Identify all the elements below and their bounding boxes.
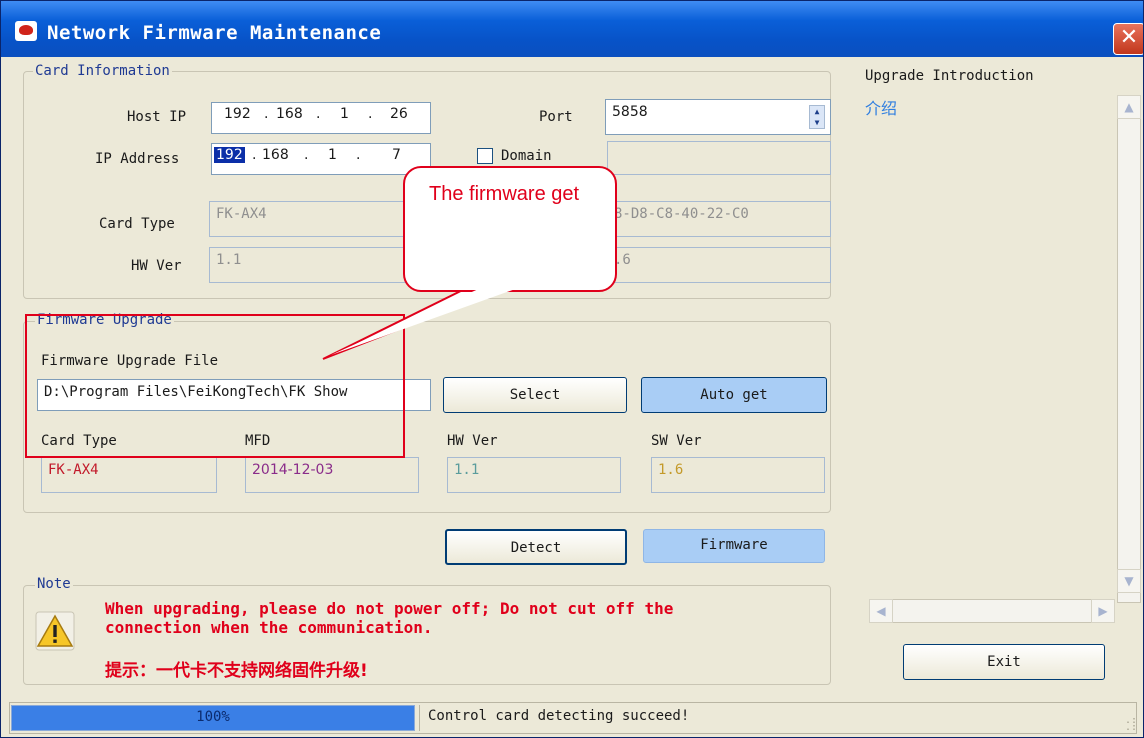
- port-spinbox[interactable]: 5858: [605, 99, 831, 135]
- host-ip-octet-2: 168: [276, 106, 303, 122]
- close-icon[interactable]: ✕: [1113, 23, 1143, 55]
- host-ip-field[interactable]: 192 . 168 . 1 . 26: [211, 102, 431, 134]
- progress-text: 100%: [196, 709, 230, 725]
- fw-hw-ver-field: 1.1: [447, 457, 621, 493]
- ip-address-octet-1: 192: [214, 147, 245, 163]
- ip-address-octet-4: 7: [392, 147, 401, 163]
- fw-sw-ver-field: 1.6: [651, 457, 825, 493]
- ip-address-octet-3: 1: [328, 147, 337, 163]
- auto-get-button[interactable]: Auto get: [641, 377, 827, 413]
- window-title: Network Firmware Maintenance: [47, 22, 382, 44]
- fw-hw-ver-label: HW Ver: [447, 433, 498, 449]
- mfd-field: 2014-12-03: [245, 457, 419, 493]
- host-ip-octet-1: 192: [224, 106, 251, 122]
- ip-address-octet-2: 168: [262, 147, 289, 163]
- scroll-right-icon[interactable]: ▶: [1091, 599, 1115, 623]
- scroll-left-icon[interactable]: ◀: [869, 599, 893, 623]
- ip-dot: .: [368, 106, 373, 122]
- upgrade-introduction-title: Upgrade Introduction: [865, 68, 1034, 84]
- host-ip-label: Host IP: [127, 109, 187, 125]
- callout-pointer-cover: [331, 287, 521, 355]
- domain-field[interactable]: [607, 141, 831, 175]
- fw-sw-ver-label: SW Ver: [651, 433, 702, 449]
- select-button[interactable]: Select: [443, 377, 627, 413]
- intro-vertical-scrollbar[interactable]: [1117, 95, 1141, 603]
- detect-button[interactable]: Detect: [445, 529, 627, 565]
- title-bar[interactable]: Network Firmware Maintenance ✕: [1, 1, 1143, 57]
- scroll-up-icon[interactable]: ▲: [1117, 95, 1141, 119]
- domain-checkbox[interactable]: [477, 148, 493, 164]
- callout-text: The firmware get: [429, 183, 580, 205]
- spin-up-icon[interactable]: ▲: [810, 106, 824, 117]
- port-label: Port: [539, 109, 573, 125]
- status-message: Control card detecting succeed!: [419, 705, 1119, 731]
- fw-card-type-field: FK-AX4: [41, 457, 217, 493]
- card-type-label: Card Type: [99, 216, 175, 232]
- window-app-icon: [15, 21, 37, 41]
- ip-address-label: IP Address: [95, 151, 180, 167]
- domain-label: Domain: [501, 148, 552, 164]
- host-ip-octet-4: 26: [390, 106, 408, 122]
- spin-down-icon[interactable]: ▼: [810, 117, 824, 128]
- maintenance-window: Network Firmware Maintenance ✕ Card Info…: [0, 0, 1144, 738]
- card-information-legend: Card Information: [33, 63, 172, 79]
- upgrade-introduction-text: 介绍: [865, 99, 898, 118]
- ip-dot: .: [356, 147, 361, 163]
- ip-dot: .: [304, 147, 309, 163]
- ip-address-field[interactable]: 192 . 168 . 1 . 7: [211, 143, 431, 175]
- note-line-2: connection when the communication.: [105, 618, 433, 637]
- exit-button[interactable]: Exit: [903, 644, 1105, 680]
- note-line-1: When upgrading, please do not power off;…: [105, 599, 674, 618]
- note-legend: Note: [35, 576, 73, 592]
- port-value: 5858: [612, 104, 648, 120]
- ip-dot: .: [316, 106, 321, 122]
- intro-horizontal-scrollbar[interactable]: [869, 599, 1115, 623]
- scroll-down-icon[interactable]: ▼: [1117, 569, 1141, 593]
- ip-dot: .: [252, 147, 257, 163]
- port-spinner[interactable]: ▲ ▼: [809, 105, 825, 129]
- mac-address-field: 8-D8-C8-40-22-C0: [607, 201, 831, 237]
- firmware-button[interactable]: Firmware: [643, 529, 825, 563]
- host-ip-octet-3: 1: [340, 106, 349, 122]
- warning-icon: [35, 611, 75, 651]
- size-grip-icon[interactable]: .:.:: [1125, 716, 1139, 733]
- ip-dot: .: [264, 106, 269, 122]
- card-type-field: FK-AX4: [209, 201, 419, 237]
- hw-ver-label: HW Ver: [131, 258, 182, 274]
- note-chinese: 提示：一代卡不支持网络固件升级!: [105, 661, 368, 681]
